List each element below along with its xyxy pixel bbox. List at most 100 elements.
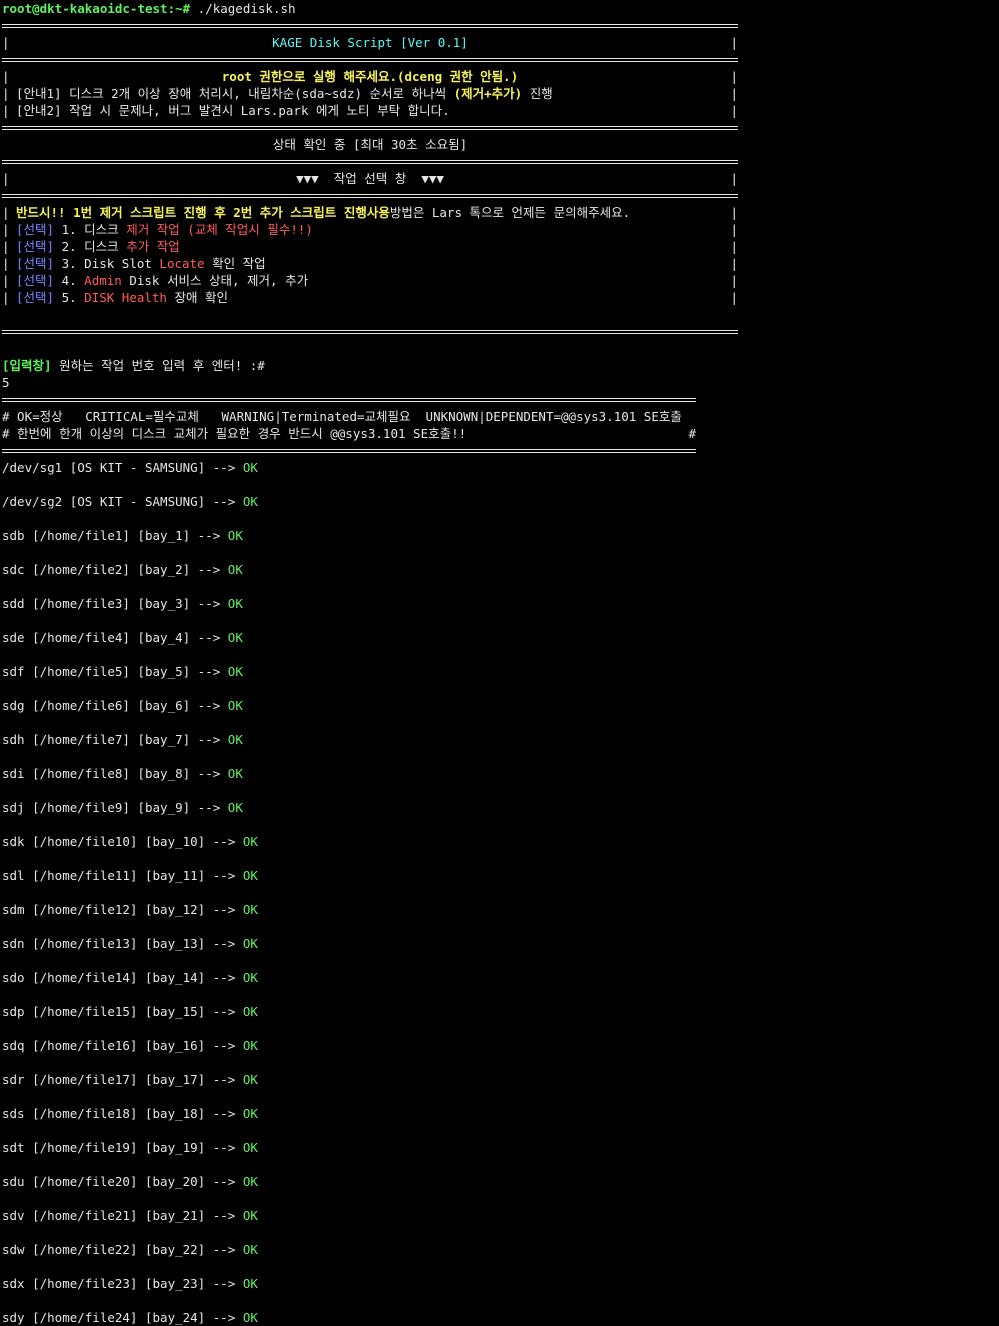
disk-device: sdu [/home/file20] [bay_20] (2, 1174, 206, 1189)
disk-row: sdl [/home/file11] [bay_11] --> OK (2, 867, 997, 884)
disk-row: sdc [/home/file2] [bay_2] --> OK (2, 561, 997, 578)
usage-text: 방법은 Lars 톡으로 언제든 문의해주세요. (389, 205, 631, 220)
terminal-output[interactable]: root@dkt-kakaoidc-test:~# ./kagedisk.sh … (2, 0, 997, 1326)
disk-arrow: --> (205, 834, 243, 849)
menu-option-5[interactable]: | [선택] 5. DISK Health 장애 확인 | (2, 289, 738, 306)
option-highlight: 추가 작업 (126, 239, 180, 254)
disk-status: OK (242, 1276, 258, 1291)
disk-row: sdm [/home/file12] [bay_12] --> OK (2, 901, 997, 918)
option-highlight: 제거 작업 (교체 작업시 필수!!) (126, 222, 313, 237)
disk-device: /dev/sg2 [OS KIT - SAMSUNG] (2, 494, 206, 509)
disk-status: OK (227, 800, 243, 815)
info1-text: [안내1] 디스크 2개 이상 장애 처리시, 내림차순(sda~sdz) 순서… (16, 86, 454, 101)
legend-line-2: # 한번에 한개 이상의 디스크 교체가 필요한 경우 반드시 @@sys3.1… (2, 426, 467, 441)
disk-row: sdw [/home/file22] [bay_22] --> OK (2, 1241, 997, 1258)
disk-arrow: --> (205, 936, 243, 951)
divider (2, 51, 738, 68)
option-label: 2. 디스크 (54, 239, 127, 254)
divider (2, 187, 738, 204)
menu-option-3[interactable]: | [선택] 3. Disk Slot Locate 확인 작업 | (2, 255, 738, 272)
disk-arrow: --> (205, 1174, 243, 1189)
disk-arrow: --> (205, 1072, 243, 1087)
disk-status: OK (242, 460, 258, 475)
option-tag: [선택] (16, 222, 55, 237)
disk-device: sdh [/home/file7] [bay_7] (2, 732, 191, 747)
option-tag: [선택] (16, 256, 55, 271)
input-value[interactable]: 5 (2, 374, 997, 391)
menu-option-1[interactable]: | [선택] 1. 디스크 제거 작업 (교체 작업시 필수!!) | (2, 221, 738, 238)
disk-status: OK (227, 562, 243, 577)
disk-arrow: --> (205, 1004, 243, 1019)
command-line: root@dkt-kakaoidc-test:~# ./kagedisk.sh (2, 0, 997, 17)
input-prompt-row: [입력창] 원하는 작업 번호 입력 후 엔터! :# (2, 357, 997, 374)
info1-highlight: (제거+추가) (453, 86, 523, 101)
status-row: 상태 확인 중 [최대 30초 소요됨] (2, 136, 738, 153)
disk-device: sdj [/home/file9] [bay_9] (2, 800, 191, 815)
disk-status: OK (227, 664, 243, 679)
option-label: 5. (54, 290, 85, 305)
disk-status: OK (227, 528, 243, 543)
disk-device: sdm [/home/file12] [bay_12] (2, 902, 206, 917)
disk-arrow: --> (205, 1208, 243, 1223)
disk-arrow: --> (205, 1038, 243, 1053)
disk-status: OK (242, 834, 258, 849)
disk-row: sdf [/home/file5] [bay_5] --> OK (2, 663, 997, 680)
menu-option-2[interactable]: | [선택] 2. 디스크 추가 작업 | (2, 238, 738, 255)
disk-row: /dev/sg1 [OS KIT - SAMSUNG] --> OK (2, 459, 997, 476)
disk-device: sdc [/home/file2] [bay_2] (2, 562, 191, 577)
disk-device: sdd [/home/file3] [bay_3] (2, 596, 191, 611)
divider (2, 153, 738, 170)
script-title: KAGE Disk Script [Ver 0.1] (272, 35, 468, 50)
disk-row: sdi [/home/file8] [bay_8] --> OK (2, 765, 997, 782)
disk-row: sdq [/home/file16] [bay_16] --> OK (2, 1037, 997, 1054)
disk-row: /dev/sg2 [OS KIT - SAMSUNG] --> OK (2, 493, 997, 510)
legend-row-2: # 한번에 한개 이상의 디스크 교체가 필요한 경우 반드시 @@sys3.1… (2, 425, 696, 442)
disk-device: sdo [/home/file14] [bay_14] (2, 970, 206, 985)
disk-arrow: --> (205, 460, 243, 475)
disk-arrow: --> (190, 528, 228, 543)
disk-device: sdv [/home/file21] [bay_21] (2, 1208, 206, 1223)
disk-device: sdw [/home/file22] [bay_22] (2, 1242, 206, 1257)
disk-device: sdn [/home/file13] [bay_13] (2, 936, 206, 951)
menu-note-row: | 반드시!! 1번 제거 스크립트 진행 후 2번 추가 스크립트 진행사용방법… (2, 205, 738, 220)
option-label: 4. (54, 273, 85, 288)
disk-arrow: --> (205, 1276, 243, 1291)
disk-row: sdt [/home/file19] [bay_19] --> OK (2, 1139, 997, 1156)
disk-arrow: --> (205, 1106, 243, 1121)
option-tag: [선택] (16, 273, 55, 288)
option-label-end: 장애 확인 (166, 290, 229, 305)
disk-status: OK (242, 936, 258, 951)
disk-arrow: --> (190, 664, 228, 679)
shell-prompt: root@dkt-kakaoidc-test:~# (2, 1, 191, 16)
command-text: ./kagedisk.sh (190, 1, 296, 16)
disk-arrow: --> (190, 596, 228, 611)
disk-status: OK (242, 1310, 258, 1325)
menu-option-4[interactable]: | [선택] 4. Admin Disk 서비스 상태, 제거, 추가 | (2, 272, 738, 289)
disk-row: sdh [/home/file7] [bay_7] --> OK (2, 731, 997, 748)
disk-arrow: --> (190, 766, 228, 781)
disk-device: sdt [/home/file19] [bay_19] (2, 1140, 206, 1155)
disk-status: OK (242, 1106, 258, 1121)
divider (2, 17, 738, 34)
disk-row: sdv [/home/file21] [bay_21] --> OK (2, 1207, 997, 1224)
header-row: | KAGE Disk Script [Ver 0.1] | (2, 35, 738, 50)
disk-arrow: --> (190, 562, 228, 577)
disk-device: sdp [/home/file15] [bay_15] (2, 1004, 206, 1019)
disk-row: sdg [/home/file6] [bay_6] --> OK (2, 697, 997, 714)
divider (2, 119, 738, 136)
disk-device: sdk [/home/file10] [bay_10] (2, 834, 206, 849)
root-warning: root 권한으로 실행 해주세요.(dceng 권한 안됨.) (221, 69, 519, 84)
notice-row: | [안내2] 작업 시 문제나, 버그 발견시 Lars.park 에게 노티 … (2, 103, 738, 118)
menu-title: ▼▼▼ 작업 선택 창 ▼▼▼ (296, 171, 444, 186)
disk-row: sdp [/home/file15] [bay_15] --> OK (2, 1003, 997, 1020)
option-tag: [선택] (16, 290, 55, 305)
must-note: 반드시!! 1번 제거 스크립트 진행 후 2번 추가 스크립트 진행 (16, 205, 367, 220)
disk-row: sde [/home/file4] [bay_4] --> OK (2, 629, 997, 646)
disk-status: OK (242, 970, 258, 985)
disk-row: sds [/home/file18] [bay_18] --> OK (2, 1105, 997, 1122)
legend-line-2-end: # (688, 426, 696, 441)
option-highlight: Locate (159, 256, 205, 271)
input-prompt-text: 원하는 작업 번호 입력 후 엔터! :# (51, 358, 265, 373)
disk-status: OK (242, 868, 258, 883)
disk-row: sdk [/home/file10] [bay_10] --> OK (2, 833, 997, 850)
